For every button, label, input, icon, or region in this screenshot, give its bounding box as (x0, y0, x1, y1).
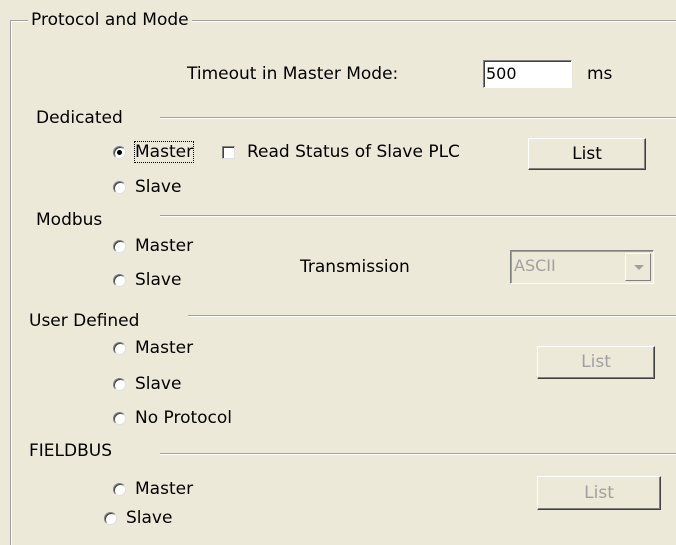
fieldbus-separator (160, 453, 676, 455)
transmission-label: Transmission (300, 257, 410, 277)
fieldbus-master-radio[interactable] (113, 483, 126, 496)
modbus-separator (160, 215, 676, 217)
transmission-select: ASCII (510, 250, 654, 284)
user-defined-slave-radio[interactable] (113, 378, 126, 391)
read-status-label[interactable]: Read Status of Slave PLC (247, 142, 460, 162)
timeout-input[interactable]: 500 (483, 60, 572, 88)
group-title: Protocol and Mode (28, 10, 192, 30)
fieldbus-slave-radio[interactable] (104, 512, 117, 525)
user-defined-master-radio[interactable] (113, 342, 126, 355)
no-protocol-label[interactable]: No Protocol (135, 408, 232, 428)
fieldbus-section-title: FIELDBUS (29, 441, 112, 461)
chevron-down-icon (625, 253, 651, 281)
no-protocol-radio[interactable] (113, 412, 126, 425)
modbus-slave-label[interactable]: Slave (135, 270, 181, 290)
dedicated-section-title: Dedicated (36, 108, 123, 128)
modbus-master-radio[interactable] (113, 240, 126, 253)
modbus-master-label[interactable]: Master (135, 236, 193, 256)
transmission-value: ASCII (514, 256, 556, 275)
dedicated-slave-label[interactable]: Slave (135, 177, 181, 197)
user-defined-list-button: List (537, 346, 655, 379)
fieldbus-slave-label[interactable]: Slave (126, 508, 172, 528)
user-defined-separator (188, 315, 676, 317)
timeout-label: Timeout in Master Mode: (187, 64, 399, 84)
user-defined-master-label[interactable]: Master (135, 338, 193, 358)
user-defined-slave-label[interactable]: Slave (135, 374, 181, 394)
modbus-slave-radio[interactable] (113, 274, 126, 287)
timeout-unit: ms (587, 64, 613, 84)
dedicated-slave-radio[interactable] (113, 181, 126, 194)
dedicated-master-label[interactable]: Master (133, 141, 195, 163)
fieldbus-list-button: List (537, 476, 661, 510)
fieldbus-master-label[interactable]: Master (135, 479, 193, 499)
read-status-checkbox[interactable] (222, 146, 235, 159)
user-defined-section-title: User Defined (29, 311, 140, 331)
modbus-section-title: Modbus (36, 210, 103, 230)
dedicated-list-button[interactable]: List (528, 138, 646, 170)
dedicated-master-radio[interactable] (113, 146, 126, 159)
dedicated-separator (160, 117, 676, 119)
